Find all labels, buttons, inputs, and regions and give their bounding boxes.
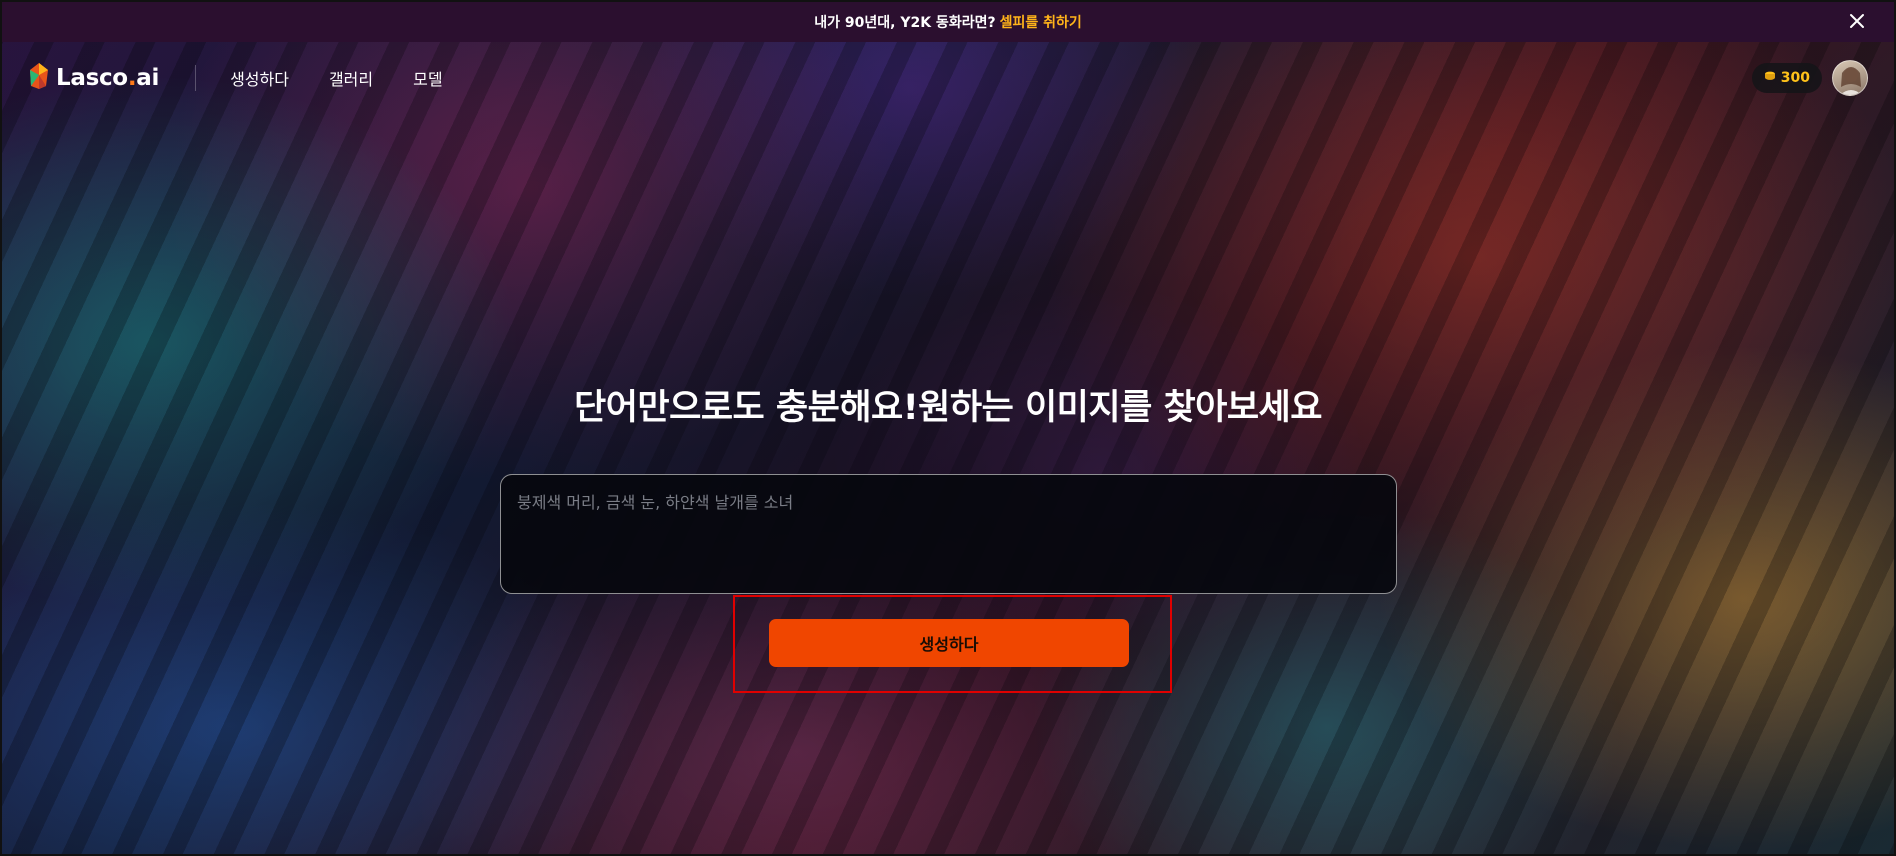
promo-banner: 내가 90년대, Y2K 동화라면? 셀피를 취하기 [2,2,1894,42]
nav-right: 300 [1751,60,1868,96]
prompt-box [500,474,1397,594]
coin-icon [1764,70,1776,86]
nav-link-gallery[interactable]: 갤러리 [329,66,373,90]
logo-text: Lasco.ai [56,65,160,91]
close-icon[interactable] [1846,10,1868,32]
nav-link-generate[interactable]: 생성하다 [230,66,289,90]
top-nav: Lasco.ai 생성하다 갤러리 모델 300 [2,42,1894,114]
credits-count: 300 [1780,70,1810,86]
page: 내가 90년대, Y2K 동화라면? 셀피를 취하기 Lasco.ai 생성하다… [0,0,1896,856]
user-avatar[interactable] [1832,60,1868,96]
logo[interactable]: Lasco.ai [28,62,159,94]
logo-icon [28,62,50,94]
nav-divider [195,65,197,91]
credits-badge[interactable]: 300 [1751,63,1822,93]
hero-title: 단어만으로도 충분해요!원하는 이미지를 찾아보세요 [574,388,1322,428]
promo-link[interactable]: 셀피를 취하기 [1000,12,1082,32]
prompt-input[interactable] [501,475,1396,593]
nav-link-models[interactable]: 모델 [413,66,442,90]
promo-text: 내가 90년대, Y2K 동화라면? [814,15,996,31]
generate-button[interactable]: 생성하다 [769,619,1129,667]
